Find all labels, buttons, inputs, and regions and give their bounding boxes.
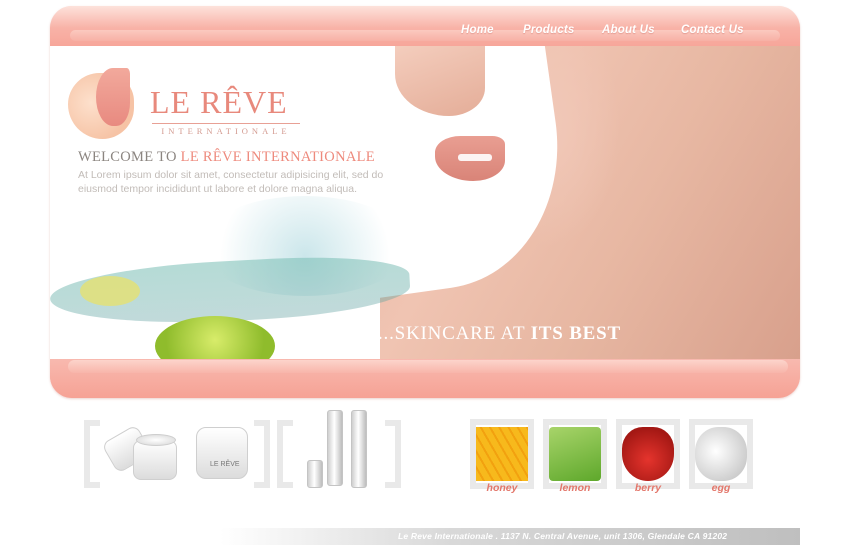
bottle-image[interactable] [327, 410, 343, 486]
bottle-image[interactable] [351, 410, 367, 488]
ingredient-label-egg[interactable]: egg [689, 482, 753, 494]
bottle-cap-image[interactable] [307, 460, 323, 488]
egg-icon[interactable] [695, 427, 747, 481]
bracket-left [84, 420, 100, 488]
hero-tagline: ...SKINCARE AT ITS BEST [378, 323, 621, 345]
jar-label: LE RÊVE [210, 461, 240, 468]
strawberry-icon[interactable] [622, 427, 674, 481]
lime-image [155, 316, 275, 359]
welcome-body: At Lorem ipsum dolor sit amet, consectet… [78, 169, 384, 195]
welcome-prefix: WELCOME TO [78, 149, 177, 165]
bracket-left [277, 420, 293, 488]
bracket-right [385, 420, 401, 488]
tagline-emphasis: ITS BEST [530, 323, 621, 344]
logo-text: LE RÊVE [150, 84, 288, 120]
tagline-lead: ...SKINCARE AT [378, 323, 526, 344]
ingredient-label-berry[interactable]: berry [616, 482, 680, 494]
ingredient-label-honey[interactable]: honey [470, 482, 534, 494]
welcome-brand: LE RÊVE INTERNATIONALE [180, 149, 375, 165]
lemon-icon[interactable] [549, 427, 601, 481]
nav-contact-us[interactable]: Contact Us [681, 24, 744, 42]
logo-subtitle: INTERNATIONALE [152, 123, 300, 136]
jar-closed-image[interactable] [196, 427, 248, 479]
nav-about-us[interactable]: About Us [602, 24, 655, 42]
nav-home[interactable]: Home [461, 24, 494, 42]
bracket-right [254, 420, 270, 488]
bottom-bar-stripe [68, 360, 788, 373]
honey-icon[interactable] [476, 427, 528, 481]
top-bar-stripe [70, 30, 780, 41]
footer-address: Le Reve Internationale . 1137 N. Central… [398, 531, 728, 541]
nav-products[interactable]: Products [523, 24, 574, 42]
jar-open-image[interactable] [133, 440, 177, 480]
welcome-heading: WELCOME TO LE RÊVE INTERNATIONALE [78, 149, 375, 166]
ingredient-label-lemon[interactable]: lemon [543, 482, 607, 494]
hero-banner: LE RÊVE INTERNATIONALE WELCOME TO LE RÊV… [50, 46, 800, 359]
